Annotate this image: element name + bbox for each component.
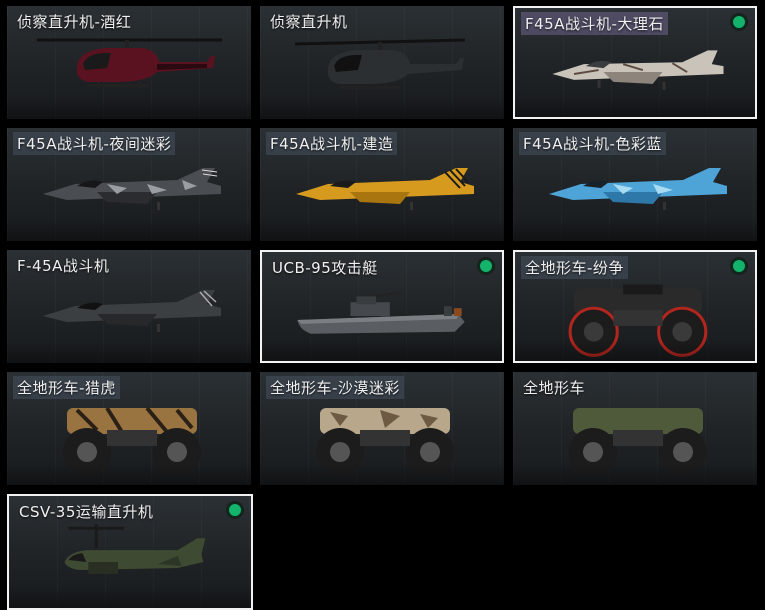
vehicle-name: 全地形车-沙漠迷彩 [266, 376, 404, 399]
vehicle-skin-grid: 侦察直升机-酒红 侦察直升机 F45A战斗机-大理石 F45A战斗机-夜间迷彩 … [0, 0, 765, 610]
vehicle-card-scout-heli-wine[interactable]: 侦察直升机-酒红 [7, 6, 251, 119]
attack-boat-icon [262, 274, 502, 361]
owned-indicator-icon [227, 502, 243, 518]
vehicle-card-atv[interactable]: 全地形车 [513, 372, 757, 485]
vehicle-name: F-45A战斗机 [17, 257, 110, 275]
transport-helicopter-icon [9, 518, 251, 608]
vehicle-card-f45a-marble[interactable]: F45A战斗机-大理石 [513, 6, 757, 119]
vehicle-name: 全地形车-纷争 [521, 256, 628, 279]
vehicle-card-csv35-transport[interactable]: CSV-35运输直升机 [7, 494, 253, 610]
vehicle-name: F45A战斗机-夜间迷彩 [13, 132, 176, 155]
fighter-jet-icon [260, 150, 504, 240]
vehicle-name: 侦察直升机-酒红 [17, 13, 132, 31]
vehicle-name: 全地形车-猎虎 [13, 376, 120, 399]
owned-indicator-icon [478, 258, 494, 274]
vehicle-name: F45A战斗机-色彩蓝 [519, 132, 666, 155]
atv-icon [260, 394, 504, 484]
atv-icon [513, 394, 757, 484]
vehicle-card-f45a[interactable]: F-45A战斗机 [7, 250, 251, 363]
vehicle-name: 全地形车 [523, 379, 586, 397]
vehicle-card-atv-tiger[interactable]: 全地形车-猎虎 [7, 372, 251, 485]
owned-indicator-icon [731, 258, 747, 274]
vehicle-card-f45a-color-blue[interactable]: F45A战斗机-色彩蓝 [513, 128, 757, 241]
vehicle-name: 侦察直升机 [270, 13, 348, 31]
helicopter-icon [7, 28, 251, 118]
atv-icon [515, 274, 755, 361]
vehicle-name: UCB-95攻击艇 [272, 259, 378, 277]
owned-indicator-icon [731, 14, 747, 30]
vehicle-card-f45a-night-camo[interactable]: F45A战斗机-夜间迷彩 [7, 128, 251, 241]
vehicle-name: CSV-35运输直升机 [19, 503, 154, 521]
vehicle-card-atv-desert-camo[interactable]: 全地形车-沙漠迷彩 [260, 372, 504, 485]
vehicle-card-ucb95-boat[interactable]: UCB-95攻击艇 [260, 250, 504, 363]
fighter-jet-icon [513, 150, 757, 240]
vehicle-card-atv-discord[interactable]: 全地形车-纷争 [513, 250, 757, 363]
vehicle-name: F45A战斗机-建造 [266, 132, 398, 155]
vehicle-card-scout-heli[interactable]: 侦察直升机 [260, 6, 504, 119]
fighter-jet-icon [515, 30, 755, 117]
fighter-jet-icon [7, 272, 251, 362]
vehicle-name: F45A战斗机-大理石 [521, 12, 668, 35]
helicopter-icon [260, 28, 504, 118]
fighter-jet-icon [7, 150, 251, 240]
atv-icon [7, 394, 251, 484]
vehicle-card-f45a-construction[interactable]: F45A战斗机-建造 [260, 128, 504, 241]
